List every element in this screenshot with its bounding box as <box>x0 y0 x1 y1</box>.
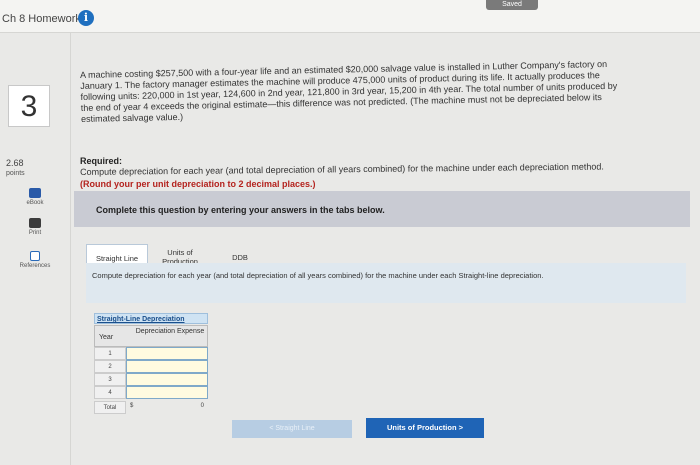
total-label: Total <box>94 401 126 414</box>
print-icon <box>29 218 41 228</box>
ebook-icon <box>29 188 41 198</box>
tab-panel: Compute depreciation for each year (and … <box>86 263 686 303</box>
tab-label: Straight Line <box>95 253 139 263</box>
year-cell: 3 <box>94 373 126 386</box>
tab-panel-text: Compute depreciation for each year (and … <box>92 271 544 280</box>
print-label: Print <box>28 230 42 236</box>
table-total-row: Total $ 0 <box>94 401 208 414</box>
references-label: References <box>19 263 51 269</box>
question-number: 3 <box>8 85 50 127</box>
required-text: Compute depreciation for each year (and … <box>80 161 604 177</box>
table-row: 1 <box>94 347 208 360</box>
references-icon <box>30 251 40 261</box>
total-currency: $ <box>130 403 134 409</box>
homework-title: Ch 8 Homework <box>2 13 81 25</box>
problem-text: A machine costing $257,500 with a four-y… <box>80 57 681 125</box>
required-heading: Required: <box>80 156 123 166</box>
expense-input[interactable] <box>126 373 208 386</box>
info-icon[interactable]: i <box>78 10 94 26</box>
year-header: Year <box>99 334 114 341</box>
year-cell: 1 <box>94 347 126 360</box>
ebook-button[interactable]: eBook <box>10 188 60 206</box>
saved-status: Saved <box>486 0 538 10</box>
expense-header: Depreciation Expense <box>135 328 205 335</box>
year-cell: 2 <box>94 360 126 373</box>
references-button[interactable]: References <box>10 251 60 269</box>
expense-input[interactable] <box>126 347 208 360</box>
ebook-label: eBook <box>26 200 44 206</box>
print-button[interactable]: Print <box>10 218 60 236</box>
rounding-note: (Round your per unit depreciation to 2 d… <box>80 179 316 189</box>
table-row: 4 <box>94 386 208 399</box>
top-bar: Ch 8 Homework i Saved <box>0 0 700 33</box>
year-cell: 4 <box>94 386 126 399</box>
table-row: 3 <box>94 373 208 386</box>
table-row: 2 <box>94 360 208 373</box>
instruction-text: Complete this question by entering your … <box>96 205 385 215</box>
prev-tab-button[interactable]: < Straight Line <box>232 420 352 438</box>
expense-input[interactable] <box>126 360 208 373</box>
table-header: Year Depreciation Expense <box>94 325 208 347</box>
sidebar: 3 2.68 points eBook Print References <box>0 33 71 465</box>
points-value: 2.68 <box>6 158 24 168</box>
instruction-bar: Complete this question by entering your … <box>74 191 690 227</box>
total-value: 0 <box>200 403 204 409</box>
tab-label: DDB <box>232 252 248 262</box>
table-caption: Straight-Line Depreciation <box>94 313 208 324</box>
expense-input[interactable] <box>126 386 208 399</box>
next-tab-button[interactable]: Units of Production > <box>366 418 484 438</box>
points-label: points <box>6 170 25 177</box>
